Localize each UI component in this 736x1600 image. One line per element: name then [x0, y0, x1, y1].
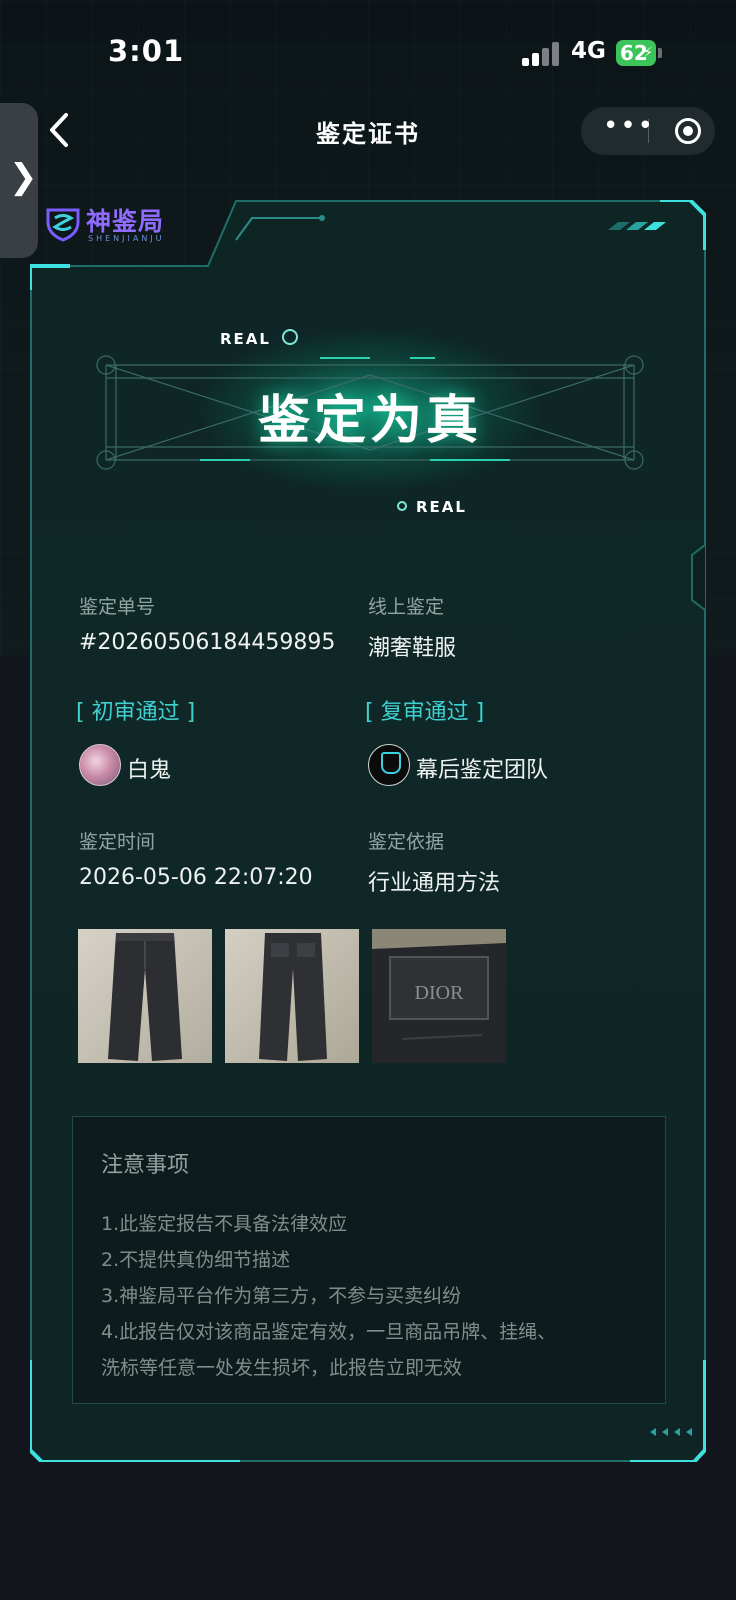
- network-type: 4G: [571, 38, 606, 64]
- second-review-label: 复审通过: [380, 700, 469, 725]
- verdict-banner: REAL 鉴定为真 REAL: [90, 310, 650, 530]
- charging-icon: ⚡: [643, 45, 653, 61]
- first-reviewer-avatar: [79, 744, 121, 786]
- second-reviewer-avatar: [368, 744, 410, 786]
- order-number-label: 鉴定单号: [79, 596, 156, 618]
- category-value: 潮奢鞋服: [368, 636, 457, 661]
- notice-title: 注意事项: [101, 1153, 190, 1178]
- shield-logo-icon: [46, 208, 80, 242]
- notice-item: 2.不提供真伪细节描述: [101, 1249, 291, 1271]
- signal-icon: [522, 42, 560, 66]
- capsule-divider: [648, 119, 649, 143]
- appraisal-time-label: 鉴定时间: [79, 831, 156, 853]
- status-bar: 3:01 4G 62 ⚡: [0, 0, 736, 100]
- category-label: 线上鉴定: [368, 596, 445, 618]
- real-badge-top: REAL: [220, 330, 271, 348]
- brand-name: 神鉴局: [86, 207, 165, 236]
- notice-item: 3.神鉴局平台作为第三方，不参与买卖纠纷: [101, 1285, 462, 1307]
- product-photo-label[interactable]: DIOR: [372, 929, 506, 1063]
- order-number-value: #20260506184459895: [79, 630, 336, 655]
- brand-subtitle: SHENJIANJU: [88, 234, 165, 243]
- nav-bar: 鉴定证书 •••: [0, 100, 736, 162]
- close-miniprogram-icon[interactable]: [675, 118, 701, 144]
- notice-item: 1.此鉴定报告不具备法律效应: [101, 1213, 348, 1235]
- appraisal-basis-label: 鉴定依据: [368, 831, 445, 853]
- product-photo-front[interactable]: [78, 929, 212, 1063]
- notice-panel: 注意事项 1.此鉴定报告不具备法律效应 2.不提供真伪细节描述 3.神鉴局平台作…: [72, 1116, 666, 1404]
- dior-label-text: DIOR: [415, 982, 465, 1004]
- appraisal-basis-value: 行业通用方法: [368, 871, 501, 896]
- first-review-badge: [ 初审通过 ]: [76, 700, 196, 725]
- first-review-label: 初审通过: [91, 700, 180, 725]
- battery-cap: [658, 48, 662, 58]
- product-photo-back[interactable]: [225, 929, 359, 1063]
- side-drawer-handle[interactable]: ❯: [0, 103, 38, 258]
- first-reviewer-name: 白鬼: [127, 758, 172, 783]
- brand-logo: 神鉴局 SHENJIANJU: [44, 200, 194, 250]
- notice-item: 洗标等任意一处发生损坏，此报告立即无效: [101, 1357, 463, 1379]
- second-reviewer-name: 幕后鉴定团队: [416, 758, 549, 783]
- miniprogram-capsule: •••: [581, 107, 715, 155]
- second-review-badge: [ 复审通过 ]: [365, 700, 485, 725]
- battery-icon: 62 ⚡: [616, 40, 656, 66]
- status-time: 3:01: [108, 34, 185, 68]
- notice-item: 4.此报告仅对该商品鉴定有效，一旦商品吊牌、挂绳、: [101, 1321, 557, 1343]
- chevron-right-icon: ❯: [9, 157, 38, 197]
- team-logo-icon: [381, 752, 401, 774]
- verdict-title: 鉴定为真: [257, 391, 482, 451]
- real-badge-bottom: REAL: [416, 498, 467, 516]
- appraisal-time-value: 2026-05-06 22:07:20: [79, 865, 313, 890]
